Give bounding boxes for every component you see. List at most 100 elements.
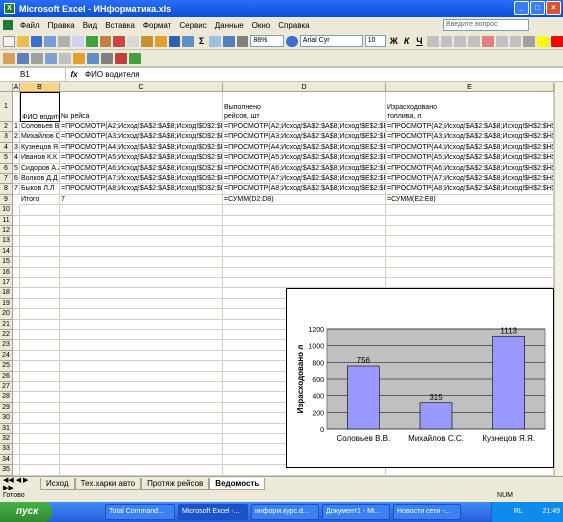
- empty-cell[interactable]: [20, 465, 60, 476]
- tab-source[interactable]: Исход: [40, 477, 75, 490]
- empty-cell[interactable]: [60, 288, 223, 299]
- empty-cell[interactable]: [223, 278, 386, 289]
- empty-cell[interactable]: [13, 340, 20, 351]
- spelling-icon[interactable]: [85, 35, 98, 47]
- menu-data[interactable]: Данные: [211, 21, 248, 30]
- empty-cell[interactable]: [60, 465, 223, 476]
- cell-e1[interactable]: Израсходовано топлива, л: [386, 92, 554, 122]
- empty-cell[interactable]: [223, 205, 386, 216]
- cell-e5[interactable]: =ПРОСМОТР(A5;Исход!$A$2:$A$8;Исход!$H$2:…: [386, 153, 554, 164]
- paste-icon[interactable]: [141, 35, 153, 47]
- row-header-5[interactable]: 5: [0, 153, 13, 164]
- cell-c8[interactable]: =ПРОСМОТР(A8;Исход!$A$2:$A$8;Исход!$D$2:…: [60, 184, 223, 195]
- new-icon[interactable]: [3, 35, 15, 47]
- align-center-icon[interactable]: [440, 35, 453, 47]
- cell-e9[interactable]: =СУММ(E2:E8): [386, 194, 554, 206]
- autosum-icon[interactable]: Σ: [196, 36, 207, 46]
- empty-cell[interactable]: [386, 215, 554, 226]
- cell-c9[interactable]: 7: [60, 194, 223, 206]
- empty-cell[interactable]: [13, 361, 20, 372]
- empty-cell[interactable]: [386, 257, 554, 268]
- empty-cell[interactable]: [60, 423, 223, 434]
- align-left-icon[interactable]: [426, 35, 439, 47]
- toolbar2-icon-6[interactable]: [73, 52, 85, 64]
- row-header-2[interactable]: 2: [0, 122, 13, 133]
- cell-a1[interactable]: [13, 92, 20, 122]
- cell-d3[interactable]: =ПРОСМОТР(A3;Исход!$A$2:$A$8;Исход!$E$2:…: [223, 132, 386, 143]
- empty-cell[interactable]: [13, 402, 20, 414]
- empty-cell[interactable]: [223, 246, 386, 258]
- cell-c2[interactable]: =ПРОСМОТР(A2;Исход!$A$2:$A$8;Исход!$D$2:…: [60, 122, 223, 133]
- empty-cell[interactable]: [20, 205, 60, 216]
- cell-e6[interactable]: =ПРОСМОТР(A6;Исход!$A$2:$A$8;Исход!$H$2:…: [386, 163, 554, 174]
- cut-icon[interactable]: [113, 35, 126, 47]
- empty-cell[interactable]: [13, 413, 20, 424]
- row-header-20[interactable]: 20: [0, 309, 13, 320]
- empty-cell[interactable]: [20, 257, 60, 268]
- cell-b5[interactable]: Иванов К.К: [20, 153, 60, 164]
- toolbar2-icon-7[interactable]: [87, 52, 99, 64]
- empty-cell[interactable]: [20, 246, 60, 258]
- tab-route-length[interactable]: Протяж рейсов: [141, 477, 210, 490]
- cell-d7[interactable]: =ПРОСМОТР(A7;Исход!$A$2:$A$8;Исход!$E$2:…: [223, 174, 386, 185]
- help-icon[interactable]: [285, 35, 298, 47]
- empty-cell[interactable]: [20, 309, 60, 320]
- empty-cell[interactable]: [223, 236, 386, 247]
- copy-icon[interactable]: [127, 35, 139, 47]
- empty-cell[interactable]: [60, 257, 223, 268]
- font-color-icon[interactable]: [551, 35, 563, 47]
- row-header-13[interactable]: 13: [0, 236, 13, 247]
- row-header-4[interactable]: 4: [0, 142, 13, 154]
- fill-color-icon[interactable]: [537, 35, 550, 47]
- taskbar-item-document1[interactable]: Документ1 - Mi...: [322, 504, 390, 520]
- empty-cell[interactable]: [20, 226, 60, 237]
- borders-icon[interactable]: [523, 35, 536, 47]
- row-header-3[interactable]: 3: [0, 132, 13, 143]
- cell-c3[interactable]: =ПРОСМОТР(A3;Исход!$A$2:$A$8;Исход!$D$2:…: [60, 132, 223, 143]
- language-indicator[interactable]: RL: [514, 508, 523, 515]
- empty-cell[interactable]: [20, 340, 60, 351]
- row-header-18[interactable]: 18: [0, 288, 13, 299]
- cell-e4[interactable]: =ПРОСМОТР(A4;Исход!$A$2:$A$8;Исход!$H$2:…: [386, 142, 554, 154]
- toolbar2-icon-3[interactable]: [31, 52, 43, 64]
- row-header-28[interactable]: 28: [0, 392, 13, 403]
- cell-b7[interactable]: Волков Д.Д: [20, 174, 60, 185]
- print-icon[interactable]: [58, 35, 71, 47]
- row-header-6[interactable]: 6: [0, 163, 13, 174]
- row-header-22[interactable]: 22: [0, 330, 13, 341]
- menu-file[interactable]: Файл: [16, 21, 44, 30]
- bold-button[interactable]: Ж: [388, 36, 399, 46]
- empty-cell[interactable]: [60, 340, 223, 351]
- row-header-26[interactable]: 26: [0, 371, 13, 382]
- empty-cell[interactable]: [20, 330, 60, 341]
- vertical-scrollbar[interactable]: [554, 83, 563, 476]
- empty-cell[interactable]: [20, 413, 60, 424]
- empty-cell[interactable]: [13, 371, 20, 382]
- taskbar-item-doc-course[interactable]: информ.курс.d...: [251, 504, 319, 520]
- empty-cell[interactable]: [13, 205, 20, 216]
- row-header-17[interactable]: 17: [0, 278, 13, 289]
- empty-cell[interactable]: [13, 246, 20, 258]
- empty-cell[interactable]: [60, 215, 223, 226]
- empty-cell[interactable]: [13, 434, 20, 445]
- taskbar-item-news[interactable]: Новости сети -...: [393, 504, 461, 520]
- tab-tech-specs[interactable]: Тех.харки авто: [74, 477, 142, 490]
- cell-d2[interactable]: =ПРОСМОТР(A2;Исход!$A$2:$A$8;Исход!$E$2:…: [223, 122, 386, 133]
- empty-cell[interactable]: [13, 298, 20, 310]
- empty-cell[interactable]: [20, 319, 60, 330]
- row-header-29[interactable]: 29: [0, 402, 13, 414]
- empty-cell[interactable]: [20, 392, 60, 403]
- empty-cell[interactable]: [60, 454, 223, 466]
- empty-cell[interactable]: [60, 319, 223, 330]
- cell-a7[interactable]: 6: [13, 174, 20, 185]
- empty-cell[interactable]: [13, 454, 20, 466]
- cell-d6[interactable]: =ПРОСМОТР(A6;Исход!$A$2:$A$8;Исход!$E$2:…: [223, 163, 386, 174]
- merge-icon[interactable]: [468, 35, 481, 47]
- taskbar-item-excel[interactable]: Microsoft Excel -...: [178, 504, 248, 520]
- empty-cell[interactable]: [60, 444, 223, 455]
- cell-a4[interactable]: 3: [13, 142, 20, 154]
- empty-cell[interactable]: [60, 361, 223, 372]
- row-header-34[interactable]: 34: [0, 454, 13, 466]
- empty-cell[interactable]: [13, 330, 20, 341]
- empty-cell[interactable]: [13, 392, 20, 403]
